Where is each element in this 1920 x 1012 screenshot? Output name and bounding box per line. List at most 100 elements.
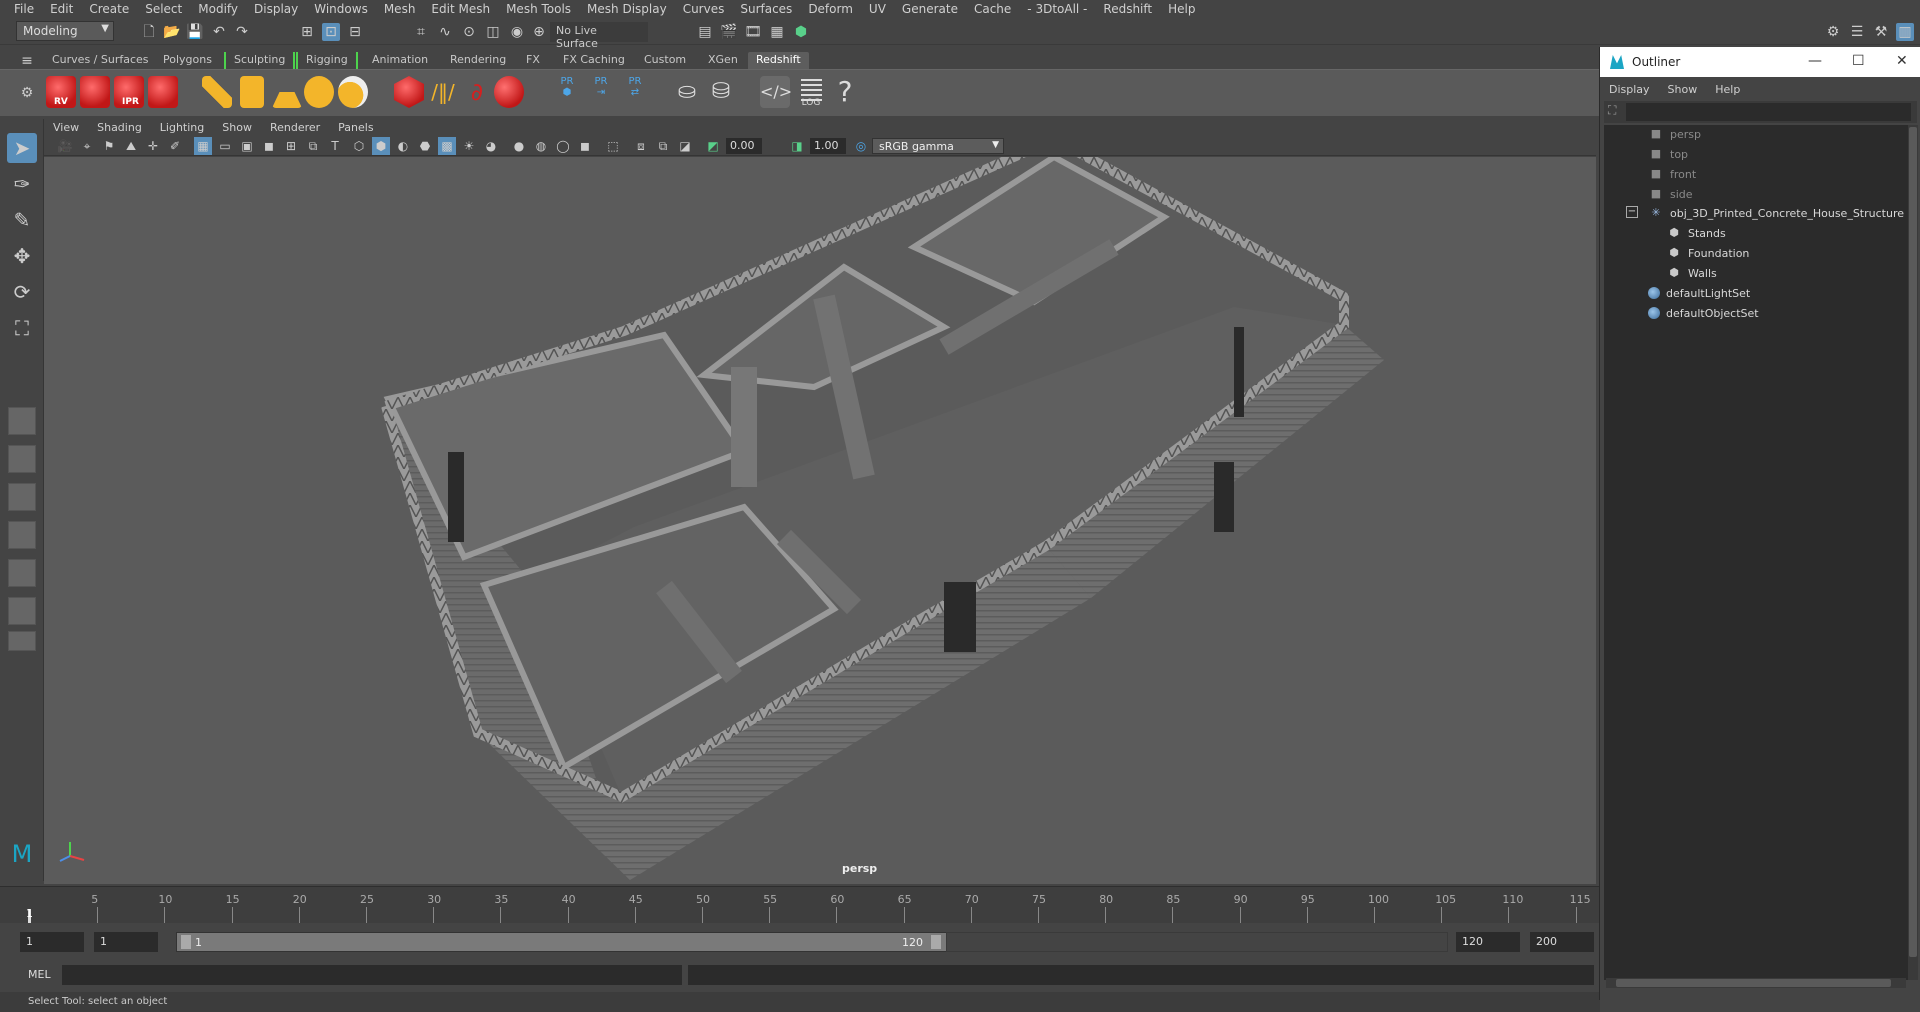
vp-menu-view[interactable]: View	[44, 121, 88, 134]
outliner-item-side[interactable]: ■ side	[1648, 185, 1693, 203]
rs-hair-icon[interactable]: /‖/	[428, 76, 458, 108]
motion-blur-icon[interactable]: ◍	[532, 137, 550, 155]
shelf-settings-icon[interactable]: ⚙	[18, 84, 36, 102]
wireframe-on-shaded-icon[interactable]: ⬣	[416, 137, 434, 155]
tab-rigging[interactable]: Rigging	[296, 52, 358, 69]
rs-sun-sky-icon[interactable]	[338, 76, 368, 108]
bookmark-icon[interactable]: ⚑	[100, 137, 118, 155]
select-hierarchy-icon[interactable]: ⊞	[298, 23, 316, 41]
outliner-horizontal-scrollbar[interactable]	[1606, 978, 1906, 988]
gamma-field[interactable]: 1.00	[810, 138, 846, 154]
menu-windows[interactable]: Windows	[306, 2, 376, 16]
menu-edit-mesh[interactable]: Edit Mesh	[423, 2, 498, 16]
move-tool-icon[interactable]: ✥	[7, 241, 37, 271]
grease-pencil-icon[interactable]: ✐	[166, 137, 184, 155]
rs-curve-icon[interactable]: ∂	[462, 76, 492, 108]
exposure-field[interactable]: 0.00	[726, 138, 762, 154]
minimize-icon[interactable]: —	[1808, 53, 1822, 69]
rs-log-icon[interactable]: LOG	[796, 76, 826, 108]
menu-mesh-tools[interactable]: Mesh Tools	[498, 2, 579, 16]
range-end-handle[interactable]	[931, 935, 941, 949]
command-language-label[interactable]: MEL	[28, 968, 51, 981]
safe-action-icon[interactable]: ⧉	[304, 137, 322, 155]
exposure-icon[interactable]: ◩	[704, 137, 722, 155]
render-frame-icon[interactable]: 🎬	[720, 23, 738, 41]
redshift-options-button[interactable]	[148, 76, 178, 108]
color-management-icon[interactable]: ◎	[852, 137, 870, 155]
range-start-handle[interactable]	[181, 935, 191, 949]
gamma-icon[interactable]: ◨	[788, 137, 806, 155]
perspective-viewport[interactable]: persp	[44, 157, 1596, 884]
render-settings-icon[interactable]: ▤	[696, 23, 714, 41]
resolution-gate-icon[interactable]: ▣	[238, 137, 256, 155]
rs-area-light-icon[interactable]	[202, 76, 232, 108]
redshift-ipr-button[interactable]: IPR	[114, 76, 144, 108]
rs-material-icon[interactable]	[494, 76, 524, 108]
tab-sculpting[interactable]: Sculpting	[224, 52, 296, 69]
outliner-item-top[interactable]: ■ top	[1648, 145, 1688, 163]
outliner-menu-show[interactable]: Show	[1659, 83, 1707, 96]
paint-select-tool-icon[interactable]: ✎	[7, 205, 37, 235]
rotate-tool-icon[interactable]: ⟳	[7, 277, 37, 307]
use-default-material-icon[interactable]: ◐	[394, 137, 412, 155]
four-view-layout-button[interactable]	[8, 445, 36, 473]
depth-of-field-icon[interactable]: ◼	[576, 137, 594, 155]
save-scene-icon[interactable]: 💾	[186, 23, 204, 41]
outliner-item-default-light-set[interactable]: defaultLightSet	[1648, 284, 1750, 302]
menu-curves[interactable]: Curves	[675, 2, 733, 16]
isolate-select-icon[interactable]: ⬚	[604, 137, 622, 155]
menu-surfaces[interactable]: Surfaces	[732, 2, 800, 16]
menu-create[interactable]: Create	[81, 2, 137, 16]
vp-menu-shading[interactable]: Shading	[88, 121, 151, 134]
menu-mesh[interactable]: Mesh	[376, 2, 424, 16]
make-live-icon[interactable]: ⊕	[530, 23, 548, 41]
snap-point-icon[interactable]: ⊙	[460, 23, 478, 41]
tab-animation[interactable]: Animation	[364, 52, 436, 69]
wireframe-icon[interactable]: ⬡	[350, 137, 368, 155]
film-gate-icon[interactable]: ▭	[216, 137, 234, 155]
tab-rendering[interactable]: Rendering	[442, 52, 514, 69]
tab-fx[interactable]: FX	[518, 52, 548, 69]
safe-title-icon[interactable]: T	[326, 137, 344, 155]
persp-graph-layout-button[interactable]	[8, 521, 36, 549]
outliner-persp-layout-button[interactable]	[8, 483, 36, 511]
rs-proxy-export-icon[interactable]: PR ⬢	[552, 76, 582, 108]
outliner-item-default-object-set[interactable]: defaultObjectSet	[1648, 304, 1759, 322]
snap-view-plane-icon[interactable]: ◫	[484, 23, 502, 41]
outliner-vertical-scrollbar[interactable]	[1908, 125, 1918, 980]
image-plane-icon[interactable]: ⛰	[122, 137, 140, 155]
scrollbar-thumb[interactable]	[1909, 127, 1917, 957]
end-time-field[interactable]: 200	[1530, 932, 1594, 952]
range-slider[interactable]: 1 120	[176, 932, 947, 952]
rs-help-icon[interactable]: ?	[830, 76, 860, 108]
collapse-icon[interactable]: −	[1626, 206, 1638, 218]
render-view-icon[interactable]: ▦	[768, 23, 786, 41]
menu-modify[interactable]: Modify	[190, 2, 246, 16]
xray-components-icon[interactable]: ◪	[676, 137, 694, 155]
hypershade-icon[interactable]: ⬢	[792, 23, 810, 41]
layout-options-button[interactable]	[8, 631, 36, 651]
outliner-search-input[interactable]	[1626, 103, 1911, 121]
redo-icon[interactable]: ↷	[233, 23, 251, 41]
rs-proxy-import-icon[interactable]: PR ⇥	[586, 76, 616, 108]
rs-script-icon[interactable]: </>	[760, 76, 792, 108]
screen-space-ao-icon[interactable]: ●	[510, 137, 528, 155]
vp-menu-panels[interactable]: Panels	[329, 121, 382, 134]
select-component-icon[interactable]: ⊟	[346, 23, 364, 41]
attribute-editor-icon[interactable]: ☰	[1848, 23, 1866, 41]
outliner-item-house-group[interactable]: ✳ obj_3D_Printed_Concrete_House_Structure	[1648, 204, 1904, 222]
menu-cache[interactable]: Cache	[966, 2, 1019, 16]
menu-help[interactable]: Help	[1160, 2, 1203, 16]
rs-spot-light-icon[interactable]	[272, 76, 302, 108]
single-view-layout-button[interactable]	[8, 407, 36, 435]
rs-environment-icon[interactable]: ⛁	[706, 76, 736, 108]
grid-icon[interactable]: ▦	[194, 137, 212, 155]
ipr-render-icon[interactable]: 🎞	[744, 23, 762, 41]
field-chart-icon[interactable]: ⊞	[282, 137, 300, 155]
rs-dome-light-icon[interactable]	[304, 76, 334, 108]
select-tool-icon[interactable]: ➤	[7, 133, 37, 163]
command-input[interactable]	[62, 965, 682, 985]
menu-3dtoall[interactable]: - 3DtoAll -	[1019, 2, 1095, 16]
redshift-render-button[interactable]	[80, 76, 110, 108]
menu-edit[interactable]: Edit	[42, 2, 81, 16]
